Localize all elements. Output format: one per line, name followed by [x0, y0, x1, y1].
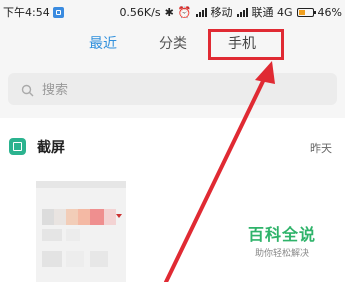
signal-icon-1 — [195, 7, 207, 17]
section-header[interactable]: 截屏 昨天 — [0, 118, 345, 166]
search-bar[interactable] — [8, 73, 337, 107]
screenshot-thumbnail[interactable] — [36, 181, 126, 282]
search-icon — [21, 82, 34, 101]
section-date: 昨天 — [310, 142, 332, 155]
tab-category[interactable]: 分类 — [159, 33, 187, 53]
search-input[interactable] — [40, 73, 324, 107]
app-notification-icon — [52, 6, 64, 18]
battery-level: 46% — [317, 5, 342, 19]
carrier-2: 联通 4G — [251, 6, 293, 19]
carrier-1: 移动 — [210, 6, 233, 19]
watermark: 百科全说 助你轻松解决 — [237, 221, 327, 259]
tab-recent[interactable]: 最近 — [89, 33, 117, 53]
signal-icon-2 — [236, 7, 248, 17]
tab-phone-highlight — [208, 29, 284, 60]
tab-bar: 最近 分类 手机 — [0, 22, 345, 62]
section-title: 截屏 — [37, 140, 65, 156]
battery-icon — [296, 7, 316, 17]
status-bar: 下午4:54 0.56K/s ✱ ⏰ 移动 联通 4G 46% — [0, 0, 345, 22]
watermark-subtitle: 助你轻松解决 — [254, 249, 309, 259]
screenshot-folder-icon — [9, 138, 26, 155]
bluetooth-icon: ✱ — [164, 5, 174, 19]
status-time: 下午4:54 — [3, 6, 50, 19]
network-speed: 0.56K/s — [119, 5, 161, 19]
watermark-title: 百科全说 — [247, 225, 316, 244]
alarm-icon: ⏰ — [177, 5, 192, 19]
